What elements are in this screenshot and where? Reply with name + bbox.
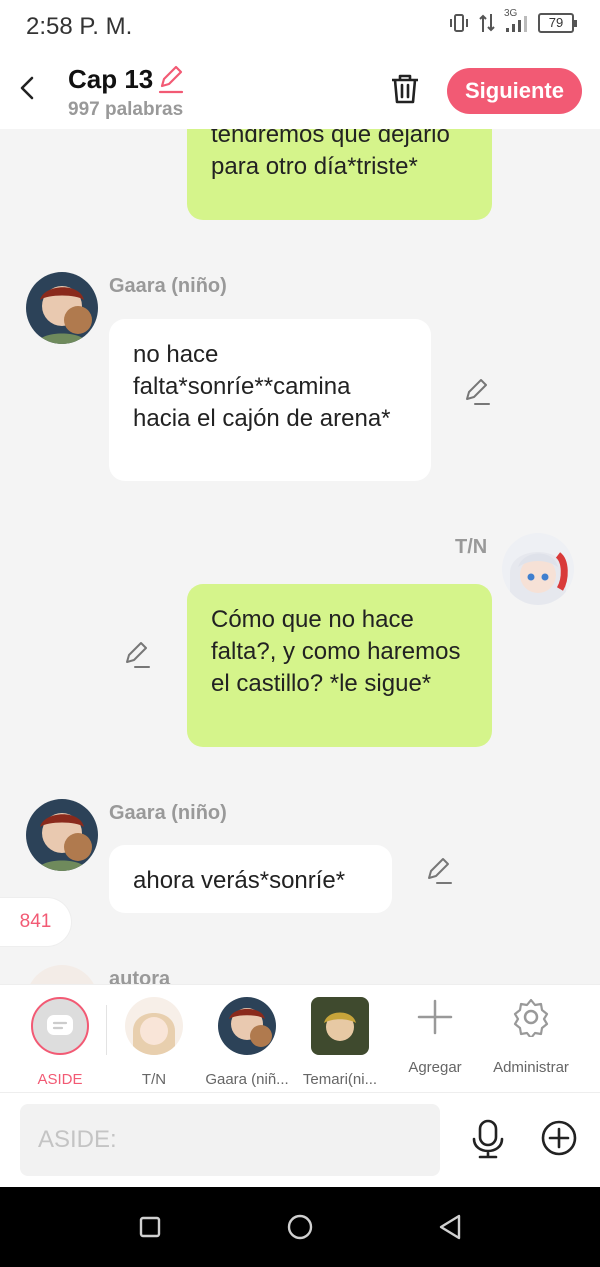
chat-area[interactable]: tendremos que dejarlo para otro día*tris…: [0, 129, 600, 984]
input-area: [0, 1092, 600, 1187]
character-gaara[interactable]: Gaara (niñ...: [201, 997, 293, 1088]
aside-icon: [31, 997, 89, 1055]
avatar-tn[interactable]: [502, 533, 574, 605]
character-label: Temari(ni...: [302, 1071, 378, 1088]
app-header: Cap 13 997 palabras Siguiente: [0, 56, 600, 129]
trash-icon[interactable]: [388, 72, 422, 106]
character-bar: ASIDE T/N Gaara (niñ... Temari(ni... Agr…: [0, 984, 600, 1092]
edit-title-icon[interactable]: [156, 64, 186, 94]
message-bubble-right[interactable]: tendremos que dejarlo para otro día*tris…: [187, 129, 492, 220]
edit-message-icon[interactable]: [424, 856, 454, 886]
chapter-title[interactable]: Cap 13: [68, 64, 153, 95]
status-bar: 2:58 P. M. 3G 79: [0, 0, 600, 56]
status-icons: 3G 79: [448, 8, 577, 34]
character-label: Administrar: [493, 1059, 569, 1076]
edit-message-icon[interactable]: [122, 640, 152, 670]
manage-characters-button[interactable]: Administrar: [485, 997, 577, 1076]
gear-icon: [513, 998, 549, 1037]
speaker-name: Gaara (niño): [109, 802, 227, 824]
message-bubble-left[interactable]: ahora verás*sonríe*: [109, 845, 392, 913]
vibrate-icon: [450, 14, 468, 32]
divider: [106, 1005, 107, 1055]
avatar-gaara[interactable]: [26, 799, 98, 871]
message-text: no hace falta*sonríe**camina hacia el ca…: [133, 341, 391, 432]
signal-icon: 3G: [504, 8, 530, 34]
character-avatar: [311, 997, 369, 1055]
character-label: ASIDE: [37, 1071, 83, 1088]
character-temari[interactable]: Temari(ni...: [294, 997, 386, 1088]
edit-message-icon[interactable]: [462, 377, 492, 407]
word-count: 997 palabras: [68, 99, 184, 120]
character-avatar: [125, 997, 183, 1055]
message-bubble-right[interactable]: Cómo que no hace falta?, y como haremos …: [187, 584, 492, 747]
character-aside[interactable]: ASIDE: [14, 997, 106, 1088]
avatar-gaara[interactable]: [26, 272, 98, 344]
avatar-autora[interactable]: [26, 965, 98, 984]
message-text: ahora verás*sonríe*: [133, 867, 346, 894]
add-media-icon[interactable]: [541, 1120, 577, 1156]
battery-indicator: 79: [538, 13, 577, 33]
character-avatar: [218, 997, 276, 1055]
add-character-button[interactable]: Agregar: [389, 997, 481, 1076]
microphone-icon[interactable]: [470, 1119, 506, 1159]
character-label: Agregar: [408, 1059, 462, 1076]
nav-back-icon[interactable]: [437, 1213, 463, 1241]
message-text: tendremos que dejarlo para otro día*tris…: [211, 129, 450, 180]
message-text: Cómo que no hace falta?, y como haremos …: [211, 606, 461, 697]
plus-icon: [417, 999, 453, 1035]
speaker-name: Gaara (niño): [109, 275, 227, 297]
word-counter-badge[interactable]: 841: [0, 897, 72, 947]
character-tn[interactable]: T/N: [108, 997, 200, 1088]
data-transfer-icon: [479, 14, 495, 32]
speaker-name: autora: [109, 968, 171, 984]
next-button[interactable]: Siguiente: [447, 68, 582, 114]
character-label: T/N: [141, 1071, 167, 1088]
character-label: Gaara (niñ...: [205, 1071, 289, 1088]
status-time: 2:58 P. M.: [26, 13, 133, 40]
home-icon[interactable]: [287, 1214, 313, 1240]
speaker-name: T/N: [455, 536, 488, 558]
message-bubble-left[interactable]: no hace falta*sonríe**camina hacia el ca…: [109, 319, 431, 481]
recent-apps-icon[interactable]: [139, 1216, 161, 1238]
aside-input[interactable]: [20, 1104, 440, 1176]
back-arrow-icon[interactable]: [14, 74, 42, 102]
system-nav-bar: [0, 1187, 600, 1267]
